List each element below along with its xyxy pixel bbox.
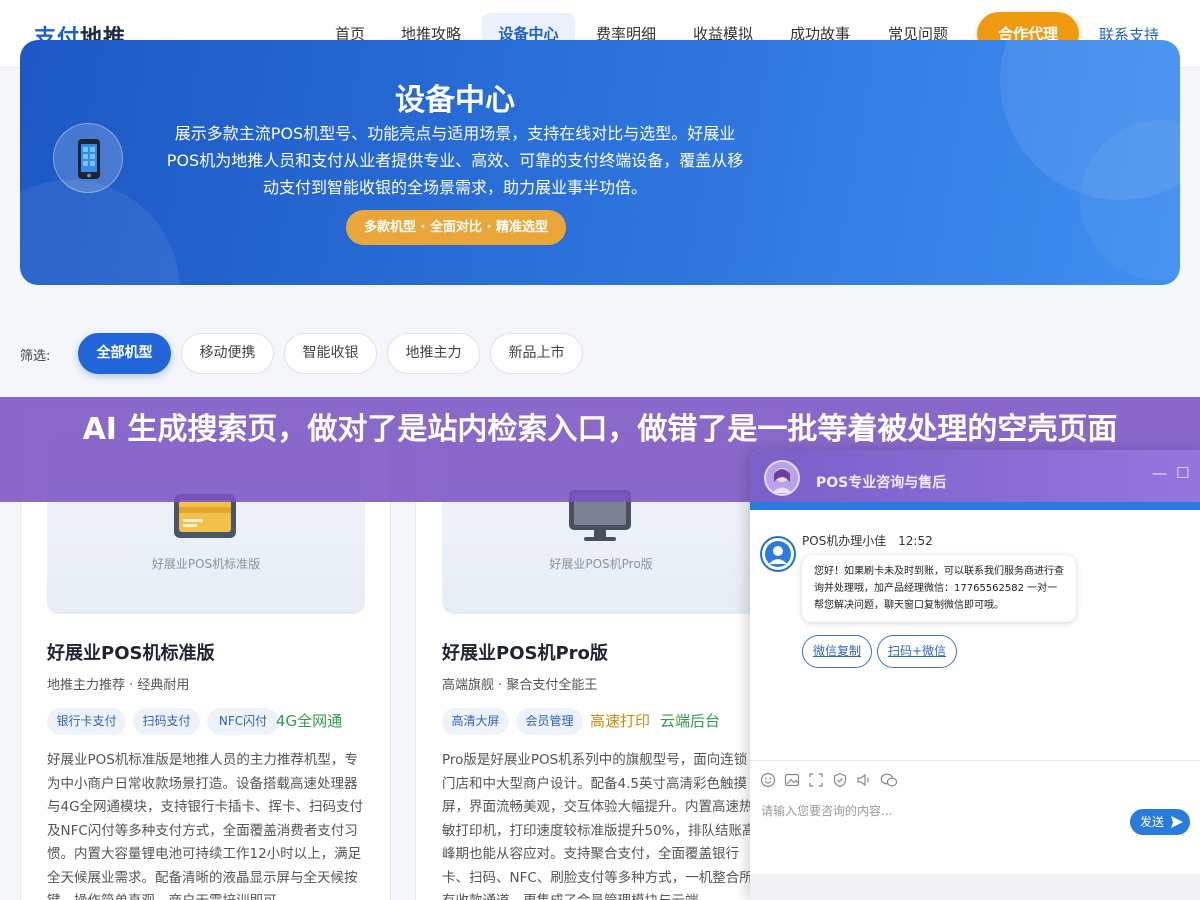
chat-icon[interactable]	[880, 772, 898, 788]
feature-tag: 银行卡支付	[47, 708, 126, 735]
copy-wechat-button[interactable]: 微信复制	[802, 635, 872, 668]
filter-chip-smart[interactable]: 智能收银	[284, 333, 377, 374]
hero-badge: 多款机型 · 全面对比 · 精准选型	[346, 210, 566, 245]
filter-chip-new[interactable]: 新品上市	[490, 333, 583, 374]
agent-name: POS机办理小佳	[802, 534, 887, 548]
feature-tag: NFC闪付	[207, 708, 279, 735]
filter-label: 筛选:	[20, 349, 51, 364]
filter-chip-all[interactable]: 全部机型	[78, 333, 171, 374]
chat-avatar	[764, 460, 800, 496]
minimize-icon[interactable]: —	[1152, 464, 1167, 482]
feature-tag: 高速打印	[589, 712, 650, 730]
overlay-banner-text: AI 生成搜索页，做对了是站内检索入口，做错了是一批等着被处理的空壳页面	[82, 412, 1118, 447]
emoji-icon[interactable]	[760, 772, 776, 788]
message-bubble: 您好！如果刷卡未及时到账，可以联系我们服务商进行查询并处理哦，加产品经理微信：1…	[802, 555, 1076, 622]
product-description: 好展业POS机标准版是地推人员的主力推荐机型，专为中小商户日常收款场景打造。设备…	[47, 752, 364, 900]
filter-chip-main[interactable]: 地推主力	[387, 333, 480, 374]
send-button[interactable]: 发送	[1130, 809, 1190, 835]
scan-wechat-button[interactable]: 扫码+微信	[877, 635, 957, 668]
voice-icon[interactable]	[856, 772, 872, 788]
chat-header[interactable]: POS专业咨询与售后 — ☐	[750, 450, 1200, 510]
hero-banner: 设备中心 展示多款主流POS机型号、功能亮点与适用场景，支持在线对比与选型。好展…	[20, 40, 1180, 285]
chat-input[interactable]: 请输入您要咨询的内容...	[761, 802, 892, 819]
chat-footer	[750, 874, 1200, 900]
feature-tag: 扫码支付	[133, 708, 200, 735]
chat-header-bar	[750, 502, 1200, 510]
agent-avatar	[760, 536, 796, 572]
product-subtitle: 地推主力推荐 · 经典耐用	[47, 678, 190, 693]
product-image-label: 好展业POS机标准版	[151, 557, 261, 571]
chat-widget: POS专业咨询与售后 — ☐ POS机办理小佳 12:52 您好！如果刷卡未及时…	[750, 450, 1200, 900]
product-description: Pro版是好展业POS机系列中的旗舰型号，面向连锁门店和中大型商户设计。配备4.…	[442, 752, 756, 900]
hero-decor-circle	[20, 180, 180, 285]
feature-tag: 高清大屏	[442, 708, 509, 735]
phone-icon	[53, 123, 123, 193]
image-icon[interactable]	[784, 772, 800, 788]
send-label: 发送	[1140, 815, 1165, 829]
hero-title: 设备中心	[395, 83, 515, 118]
message-time: 12:52	[898, 534, 933, 548]
product-title[interactable]: 好展业POS机Pro版	[442, 639, 608, 665]
feature-tag: 会员管理	[516, 708, 583, 735]
hero-description: 展示多款主流POS机型号、功能亮点与适用场景，支持在线对比与选型。好展业POS机…	[166, 124, 744, 197]
chat-divider	[750, 760, 1200, 761]
product-subtitle: 高端旗舰 · 聚合支付全能王	[442, 678, 598, 693]
feature-tag: 4G全网通	[275, 712, 343, 730]
screenshot-icon[interactable]	[808, 772, 824, 788]
send-icon	[1171, 816, 1183, 828]
chat-title: POS专业咨询与售后	[816, 475, 947, 491]
feature-tag: 云端后台	[659, 712, 720, 730]
product-title[interactable]: 好展业POS机标准版	[47, 639, 214, 665]
maximize-icon[interactable]: ☐	[1176, 464, 1189, 482]
agent-name-line: POS机办理小佳 12:52	[802, 532, 933, 549]
product-image-label: 好展业POS机Pro版	[549, 557, 653, 571]
evaluate-icon[interactable]	[832, 772, 848, 788]
filter-chip-portable[interactable]: 移动便携	[181, 333, 274, 374]
